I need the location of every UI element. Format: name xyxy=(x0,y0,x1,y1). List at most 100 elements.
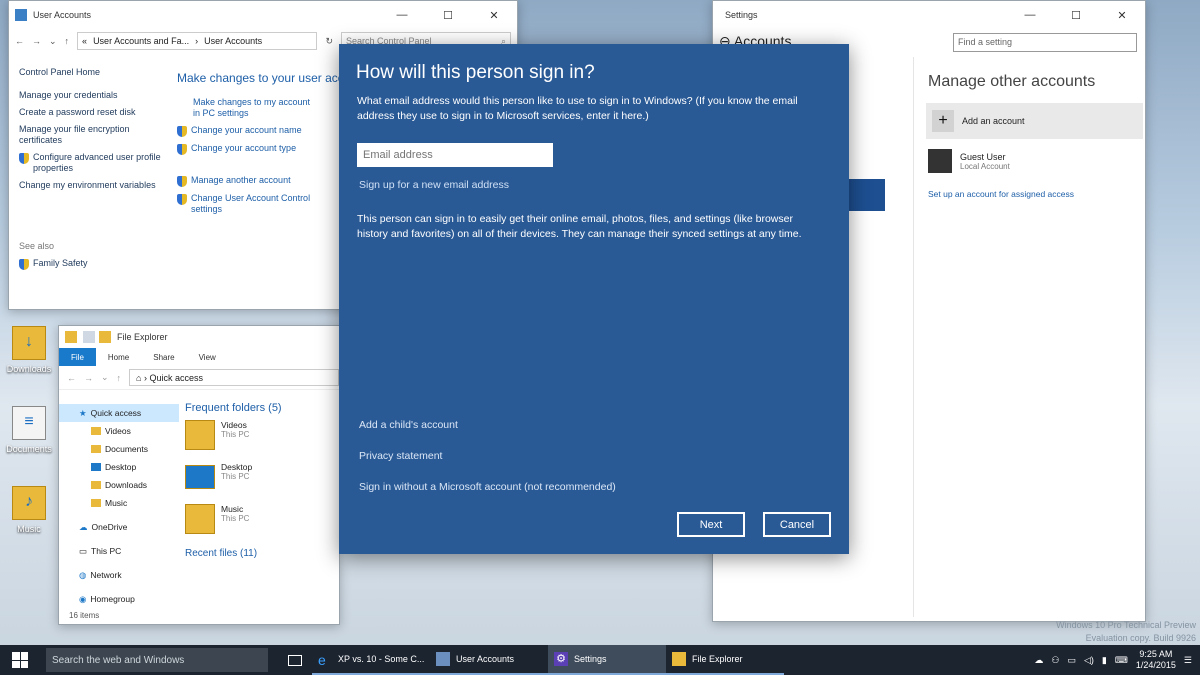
people-icon[interactable]: ⚇ xyxy=(1051,655,1059,666)
control-panel-home-link[interactable]: Control Panel Home xyxy=(19,67,169,78)
breadcrumb[interactable]: « User Accounts and Fa... › User Account… xyxy=(77,32,318,50)
manage-credentials-link[interactable]: Manage your credentials xyxy=(19,90,169,101)
signup-email-link[interactable]: Sign up for a new email address xyxy=(359,179,509,191)
nav-music[interactable]: Music xyxy=(59,494,179,512)
uac-settings-link[interactable]: Change User Account Control settings xyxy=(177,193,312,215)
close-button[interactable]: ✕ xyxy=(471,1,517,29)
breadcrumb-item[interactable]: User Accounts and Fa... xyxy=(93,36,189,46)
desktop-icon-documents[interactable]: ≡ Documents xyxy=(2,406,56,454)
forward-arrow-icon[interactable]: → xyxy=(84,373,93,383)
environment-variables-link[interactable]: Change my environment variables xyxy=(19,180,169,191)
family-safety-link[interactable]: Family Safety xyxy=(19,258,169,270)
nav-documents[interactable]: Documents xyxy=(59,440,179,458)
nav-onedrive[interactable]: ☁ OneDrive xyxy=(59,518,179,536)
nav-network[interactable]: ◍ Network xyxy=(59,566,179,584)
clock[interactable]: 9:25 AM 1/24/2015 xyxy=(1136,649,1176,671)
nav-quick-access[interactable]: ★ Quick access xyxy=(59,404,179,422)
file-explorer-titlebar[interactable]: File Explorer xyxy=(59,326,339,348)
forward-arrow-icon[interactable]: → xyxy=(32,36,41,46)
nav-this-pc[interactable]: ▭ This PC xyxy=(59,542,179,560)
tab-share[interactable]: Share xyxy=(141,348,186,366)
folder-icon xyxy=(672,652,686,666)
back-arrow-icon[interactable]: ← xyxy=(15,36,24,46)
taskbar-app-settings[interactable]: ⚙ Settings xyxy=(548,645,666,675)
breadcrumb-overflow[interactable]: « xyxy=(82,36,87,46)
dialog-description-text: This person can sign in to easily get th… xyxy=(357,213,802,240)
user-accounts-titlebar[interactable]: User Accounts — ☐ ✕ xyxy=(9,1,517,29)
desktop-icon-music[interactable]: ♪ Music xyxy=(2,486,56,534)
maximize-button[interactable]: ☐ xyxy=(1053,1,1099,29)
breadcrumb-item[interactable]: Quick access xyxy=(149,373,203,383)
user-accounts-app-icon xyxy=(15,9,27,21)
change-account-name-link[interactable]: Change your account name xyxy=(177,125,312,137)
assigned-access-link[interactable]: Set up an account for assigned access xyxy=(928,189,1143,199)
nav-downloads[interactable]: Downloads xyxy=(59,476,179,494)
folder-icon xyxy=(91,463,101,471)
properties-icon[interactable] xyxy=(83,331,95,343)
action-center-icon[interactable]: ☰ xyxy=(1184,655,1192,666)
app-label: Settings xyxy=(574,654,607,664)
taskbar-app-user-accounts[interactable]: User Accounts xyxy=(430,645,548,675)
manage-another-account-link[interactable]: Manage another account xyxy=(177,175,312,187)
email-address-field[interactable] xyxy=(357,143,553,167)
shield-icon xyxy=(177,126,187,137)
password-reset-disk-link[interactable]: Create a password reset disk xyxy=(19,107,169,118)
recent-chevron-icon[interactable]: ⌄ xyxy=(101,372,109,383)
dialog-title: How will this person sign in? xyxy=(356,62,595,83)
up-arrow-icon[interactable]: ↑ xyxy=(65,36,70,46)
network-icon[interactable]: ▮ xyxy=(1102,655,1107,666)
avatar xyxy=(928,149,952,173)
tile-name: Videos xyxy=(221,420,247,430)
add-child-account-link[interactable]: Add a child's account xyxy=(359,419,458,431)
change-account-type-link[interactable]: Change your account type xyxy=(177,143,312,155)
recent-files-header[interactable]: Recent files (11) xyxy=(185,548,339,559)
tile-desktop[interactable]: Desktop This PC xyxy=(185,462,339,504)
onedrive-icon[interactable]: ☁ xyxy=(1034,655,1043,666)
frequent-folders-header[interactable]: Frequent folders (5) xyxy=(185,402,339,414)
refresh-icon[interactable]: ↻ xyxy=(325,36,333,47)
volume-icon[interactable]: ◁) xyxy=(1084,655,1094,666)
taskbar-app-file-explorer[interactable]: File Explorer xyxy=(666,645,784,675)
tab-view[interactable]: View xyxy=(187,348,228,366)
battery-icon[interactable]: ▭ xyxy=(1067,655,1076,666)
link-label: Change User Account Control settings xyxy=(191,193,311,214)
minimize-button[interactable]: — xyxy=(379,1,425,29)
nav-homegroup[interactable]: ◉ Homegroup xyxy=(59,590,179,608)
desktop-icon-downloads[interactable]: ↓ Downloads xyxy=(2,326,56,374)
nav-videos[interactable]: Videos xyxy=(59,422,179,440)
local-account-link[interactable]: Sign in without a Microsoft account (not… xyxy=(359,481,616,493)
nav-desktop[interactable]: Desktop xyxy=(59,458,179,476)
taskbar-app-ie[interactable]: e XP vs. 10 - Some C... xyxy=(312,645,430,675)
dialog-intro-text: What email address would this person lik… xyxy=(357,95,798,122)
window-title: File Explorer xyxy=(117,332,168,342)
tile-music[interactable]: Music This PC xyxy=(185,504,339,546)
maximize-button[interactable]: ☐ xyxy=(425,1,471,29)
privacy-statement-link[interactable]: Privacy statement xyxy=(359,450,442,462)
start-button[interactable] xyxy=(0,645,40,675)
recent-chevron-icon[interactable]: ⌄ xyxy=(49,36,57,47)
nav-label: Downloads xyxy=(105,480,148,490)
back-arrow-icon[interactable]: ← xyxy=(67,373,76,383)
pc-settings-link[interactable]: Make changes to my account in PC setting… xyxy=(177,97,312,119)
cancel-button[interactable]: Cancel xyxy=(763,512,831,537)
language-icon[interactable]: ⌨ xyxy=(1115,655,1128,666)
settings-titlebar[interactable]: Settings — ☐ ✕ xyxy=(713,1,1145,29)
close-button[interactable]: ✕ xyxy=(1099,1,1145,29)
file-encryption-link[interactable]: Manage your file encryption certificates xyxy=(19,124,169,146)
content-pane: Frequent folders (5) Videos This PC Deskt… xyxy=(185,402,339,565)
tab-home[interactable]: Home xyxy=(96,348,141,366)
breadcrumb[interactable]: ⌂ › Quick access xyxy=(129,369,339,386)
new-folder-icon[interactable] xyxy=(99,331,111,343)
next-button[interactable]: Next xyxy=(677,512,745,537)
task-view-button[interactable] xyxy=(278,645,312,675)
advanced-profile-link[interactable]: Configure advanced user profile properti… xyxy=(19,152,169,174)
taskbar-search-box[interactable]: Search the web and Windows xyxy=(46,648,268,672)
minimize-button[interactable]: — xyxy=(1007,1,1053,29)
tile-videos[interactable]: Videos This PC xyxy=(185,420,339,462)
breadcrumb-item[interactable]: User Accounts xyxy=(204,36,262,46)
up-arrow-icon[interactable]: ↑ xyxy=(117,373,122,383)
add-account-button[interactable]: + Add an account xyxy=(926,103,1143,139)
tab-file[interactable]: File xyxy=(59,348,96,366)
guest-account-item[interactable]: Guest User Local Account xyxy=(928,149,1143,173)
find-setting-input[interactable]: Find a setting xyxy=(953,33,1137,52)
